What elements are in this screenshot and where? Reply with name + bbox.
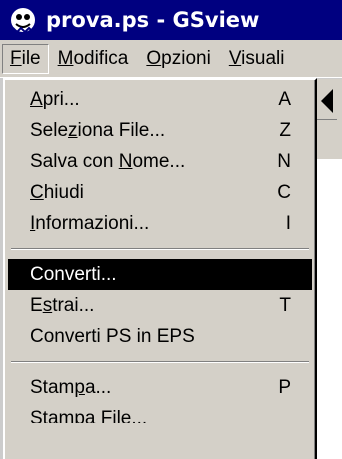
menu-item-stampa-file[interactable]: Stampa File...: [5, 403, 315, 423]
menu-separator: [11, 361, 309, 363]
menu-item-label: Converti...: [30, 264, 117, 285]
menu-item-estrai[interactable]: Estrai... T: [5, 290, 315, 321]
menu-item-converti[interactable]: Converti...: [8, 259, 312, 290]
menu-opzioni-label: pzioni: [161, 47, 211, 69]
menu-modifica-label: odifica: [73, 47, 129, 69]
document-window-edge: [317, 79, 342, 459]
shortcut-key: P: [278, 377, 291, 398]
shortcut-key: [271, 403, 291, 423]
menu-item-apri[interactable]: Apri... A: [5, 84, 315, 115]
menu-item-converti-ps-in-eps[interactable]: Converti PS in EPS: [5, 321, 315, 352]
shortcut-key: [268, 259, 288, 290]
shortcut-key: Z: [279, 120, 291, 141]
menu-item-label: Stampa...: [30, 377, 112, 398]
menu-item-label: Estrai...: [30, 295, 95, 316]
menu-file-mnemonic: F: [10, 47, 22, 69]
shortcut-key: N: [277, 151, 291, 172]
scroll-left-arrow-icon[interactable]: [321, 89, 333, 113]
menu-bar: File Modifica Opzioni Visuali: [0, 40, 342, 78]
menu-modifica[interactable]: Modifica: [49, 44, 138, 74]
menu-visualizza-mnemonic: V: [228, 47, 242, 69]
menu-file-label: ile: [21, 47, 41, 69]
menu-item-label: Informazioni...: [30, 213, 150, 234]
menu-file[interactable]: File: [2, 43, 49, 74]
divider: [317, 119, 337, 120]
menu-item-seleziona-file[interactable]: Seleziona File... Z: [5, 115, 315, 146]
document-view[interactable]: [317, 159, 342, 459]
shortcut-key: A: [278, 89, 291, 110]
shortcut-key: [271, 321, 291, 352]
shortcut-key: C: [277, 182, 291, 203]
window-title: prova.ps - GSview: [46, 8, 260, 32]
menu-item-label: Converti PS in EPS: [30, 326, 195, 347]
file-menu-dropdown: Apri... A Seleziona File... Z Salva con …: [3, 78, 317, 459]
menu-item-informazioni[interactable]: Informazioni... I: [5, 208, 315, 239]
menu-visualizza[interactable]: Visuali: [220, 44, 294, 74]
menu-item-label: Stampa File...: [30, 408, 148, 423]
shortcut-key: I: [285, 213, 291, 234]
menu-visualizza-label: isuali: [241, 47, 285, 69]
gsview-ghost-icon[interactable]: [8, 5, 38, 35]
menu-item-salva-con-nome[interactable]: Salva con Nome... N: [5, 146, 315, 177]
menu-item-label: Chiudi: [30, 182, 84, 203]
shortcut-key: T: [279, 295, 291, 316]
menu-item-label: Apri...: [30, 89, 80, 110]
menu-item-label: Salva con Nome...: [30, 151, 186, 172]
menu-item-stampa[interactable]: Stampa... P: [5, 372, 315, 403]
title-bar[interactable]: prova.ps - GSview: [0, 0, 342, 40]
menu-item-chiudi[interactable]: Chiudi C: [5, 177, 315, 208]
menu-opzioni-mnemonic: O: [146, 47, 162, 69]
menu-separator: [11, 248, 309, 250]
menu-item-label: Seleziona File...: [30, 120, 166, 141]
menu-modifica-mnemonic: M: [57, 47, 74, 69]
menu-opzioni[interactable]: Opzioni: [137, 44, 219, 74]
